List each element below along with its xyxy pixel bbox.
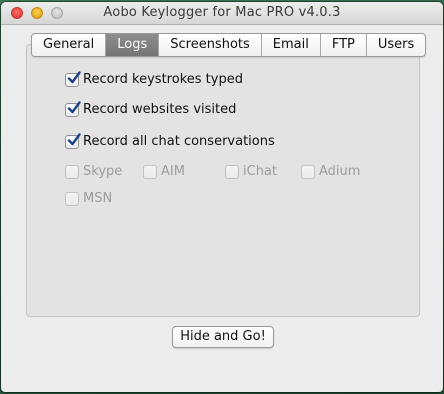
record-chats-label: Record all chat conservations: [83, 134, 275, 149]
chat-app-aim-option[interactable]: AIM: [143, 164, 185, 179]
record-keystrokes-label: Record keystrokes typed: [83, 72, 243, 87]
chat-app-adium-option[interactable]: Adium: [301, 164, 360, 179]
record-websites-checkbox[interactable]: [65, 100, 81, 117]
app-window: Aobo Keylogger for Mac PRO v4.0.3 Genera…: [1, 2, 443, 392]
checkmark-icon: [67, 100, 81, 113]
tab-logs[interactable]: Logs: [106, 34, 160, 56]
checkmark-icon: [67, 132, 81, 145]
tab-bar: General Logs Screenshots Email FTP Users: [31, 33, 427, 57]
record-websites-label: Record websites visited: [83, 102, 237, 117]
record-chats-option[interactable]: Record all chat conservations: [65, 132, 275, 149]
skype-checkbox[interactable]: [65, 164, 79, 179]
aim-checkbox[interactable]: [143, 164, 157, 179]
window-title: Aobo Keylogger for Mac PRO v4.0.3: [103, 5, 341, 20]
adium-checkbox[interactable]: [301, 164, 315, 179]
msn-checkbox[interactable]: [65, 191, 79, 206]
chat-app-skype-option[interactable]: Skype: [65, 164, 122, 179]
chat-app-msn-option[interactable]: MSN: [65, 191, 112, 206]
tab-users[interactable]: Users: [367, 34, 425, 56]
skype-label: Skype: [83, 164, 123, 179]
msn-label: MSN: [83, 191, 113, 206]
record-keystrokes-checkbox[interactable]: [65, 70, 81, 87]
record-chats-checkbox[interactable]: [65, 132, 81, 149]
tab-screenshots[interactable]: Screenshots: [159, 34, 262, 56]
chat-app-ichat-option[interactable]: iChat: [225, 164, 277, 179]
ichat-label: iChat: [243, 164, 277, 179]
logs-panel: Record keystrokes typed Record websites …: [26, 44, 420, 317]
aim-label: AIM: [161, 164, 185, 179]
title-bar[interactable]: Aobo Keylogger for Mac PRO v4.0.3: [1, 2, 443, 25]
adium-label: Adium: [319, 164, 361, 179]
ichat-checkbox[interactable]: [225, 164, 239, 179]
tab-email[interactable]: Email: [262, 34, 321, 56]
tab-general[interactable]: General: [32, 34, 107, 56]
checkmark-icon: [67, 70, 81, 83]
record-keystrokes-option[interactable]: Record keystrokes typed: [65, 70, 243, 87]
record-websites-option[interactable]: Record websites visited: [65, 100, 237, 117]
hide-and-go-button[interactable]: Hide and Go!: [172, 326, 274, 348]
tab-ftp[interactable]: FTP: [321, 34, 367, 56]
